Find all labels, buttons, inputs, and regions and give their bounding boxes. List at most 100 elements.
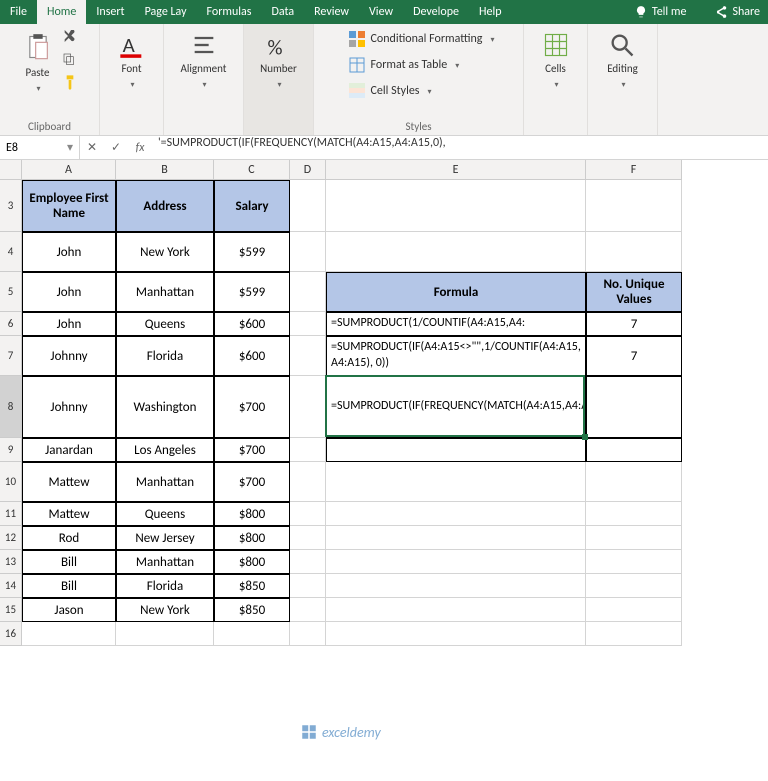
cell-A11[interactable]: Mattew	[22, 502, 116, 526]
cell-C10[interactable]: $700	[214, 462, 290, 502]
cell-A8[interactable]: Johnny	[22, 376, 116, 438]
cell-E10[interactable]	[326, 462, 586, 502]
cell-D6[interactable]	[290, 312, 326, 336]
cell-A12[interactable]: Rod	[22, 526, 116, 550]
tab-file[interactable]: File	[0, 0, 37, 24]
cell-C9[interactable]: $700	[214, 438, 290, 462]
cell-E12[interactable]	[326, 526, 586, 550]
cell-E4[interactable]	[326, 232, 586, 272]
row-header-9[interactable]: 9	[0, 438, 22, 462]
cell-D10[interactable]	[290, 462, 326, 502]
cell-D12[interactable]	[290, 526, 326, 550]
cell-D4[interactable]	[290, 232, 326, 272]
col-header-E[interactable]: E	[326, 160, 586, 180]
cell-B7[interactable]: Florida	[116, 336, 214, 376]
cell-F14[interactable]	[586, 574, 682, 598]
row-header-5[interactable]: 5	[0, 272, 22, 312]
row-header-12[interactable]: 12	[0, 526, 22, 550]
select-all-corner[interactable]	[0, 160, 22, 180]
cell-F13[interactable]	[586, 550, 682, 574]
cell-F11[interactable]	[586, 502, 682, 526]
cell-D3[interactable]	[290, 180, 326, 232]
cell-B6[interactable]: Queens	[116, 312, 214, 336]
cell-C14[interactable]: $850	[214, 574, 290, 598]
cell-C4[interactable]: $599	[214, 232, 290, 272]
formula-input[interactable]: '=SUMPRODUCT(IF(FREQUENCY(MATCH(A4:A15,A…	[152, 136, 768, 159]
cell-C6[interactable]: $600	[214, 312, 290, 336]
row-header-8[interactable]: 8	[0, 376, 22, 438]
cell-B5[interactable]: Manhattan	[116, 272, 214, 312]
tab-help[interactable]: Help	[469, 0, 512, 24]
cell-C3[interactable]: Salary	[214, 180, 290, 232]
copy-button[interactable]	[60, 50, 80, 70]
cell-D15[interactable]	[290, 598, 326, 622]
row-header-4[interactable]: 4	[0, 232, 22, 272]
cut-button[interactable]	[60, 28, 80, 48]
alignment-group-button[interactable]: Alignment	[177, 28, 231, 92]
cell-C16[interactable]	[214, 622, 290, 646]
row-header-14[interactable]: 14	[0, 574, 22, 598]
enter-formula-button[interactable]: ✓	[104, 140, 128, 155]
conditional-formatting-button[interactable]: Conditional Formatting	[349, 28, 495, 50]
cell-F15[interactable]	[586, 598, 682, 622]
row-header-10[interactable]: 10	[0, 462, 22, 502]
tab-data[interactable]: Data	[261, 0, 304, 24]
font-group-button[interactable]: A Font	[114, 28, 150, 92]
col-header-F[interactable]: F	[586, 160, 682, 180]
cell-D9[interactable]	[290, 438, 326, 462]
cell-A15[interactable]: Jason	[22, 598, 116, 622]
cell-B12[interactable]: New Jersey	[116, 526, 214, 550]
cell-E14[interactable]	[326, 574, 586, 598]
cell-C13[interactable]: $800	[214, 550, 290, 574]
cell-F3[interactable]	[586, 180, 682, 232]
tab-insert[interactable]: Insert	[86, 0, 134, 24]
cell-D14[interactable]	[290, 574, 326, 598]
cell-E13[interactable]	[326, 550, 586, 574]
cell-B11[interactable]: Queens	[116, 502, 214, 526]
cell-B14[interactable]: Florida	[116, 574, 214, 598]
tab-page-layout[interactable]: Page Lay	[135, 0, 197, 24]
row-header-7[interactable]: 7	[0, 336, 22, 376]
cell-F4[interactable]	[586, 232, 682, 272]
cell-F6[interactable]: 7	[586, 312, 682, 336]
cell-E16[interactable]	[326, 622, 586, 646]
cell-D16[interactable]	[290, 622, 326, 646]
cell-styles-button[interactable]: Cell Styles	[349, 80, 432, 102]
cell-F5[interactable]: No. Unique Values	[586, 272, 682, 312]
cancel-formula-button[interactable]: ✕	[80, 140, 104, 155]
cell-D8[interactable]	[290, 376, 326, 438]
cell-F12[interactable]	[586, 526, 682, 550]
cell-C7[interactable]: $600	[214, 336, 290, 376]
cell-D5[interactable]	[290, 272, 326, 312]
cell-B8[interactable]: Washington	[116, 376, 214, 438]
paste-button[interactable]: Paste	[20, 28, 56, 96]
cell-A3[interactable]: Employee First Name	[22, 180, 116, 232]
tab-view[interactable]: View	[359, 0, 403, 24]
cell-C12[interactable]: $800	[214, 526, 290, 550]
row-header-15[interactable]: 15	[0, 598, 22, 622]
col-header-D[interactable]: D	[290, 160, 326, 180]
cell-E8[interactable]: =SUMPRODUCT(IF(FREQUENCY(MATCH(A4:A15,A4…	[326, 376, 586, 438]
tab-home[interactable]: Home	[37, 0, 86, 24]
row-header-11[interactable]: 11	[0, 502, 22, 526]
col-header-A[interactable]: A	[22, 160, 116, 180]
cell-F8[interactable]	[586, 376, 682, 438]
cell-A6[interactable]: John	[22, 312, 116, 336]
cell-A10[interactable]: Mattew	[22, 462, 116, 502]
cell-A9[interactable]: Janardan	[22, 438, 116, 462]
number-group-button[interactable]: % Number	[256, 28, 301, 92]
row-header-3[interactable]: 3	[0, 180, 22, 232]
cell-F7[interactable]: 7	[586, 336, 682, 376]
cell-C15[interactable]: $850	[214, 598, 290, 622]
cell-E9[interactable]	[326, 438, 586, 462]
row-header-6[interactable]: 6	[0, 312, 22, 336]
cell-B4[interactable]: New York	[116, 232, 214, 272]
tell-me-label[interactable]: Tell me	[652, 5, 687, 19]
editing-group-button[interactable]: Editing	[603, 28, 642, 92]
cell-E11[interactable]	[326, 502, 586, 526]
row-header-13[interactable]: 13	[0, 550, 22, 574]
cell-B10[interactable]: Manhattan	[116, 462, 214, 502]
cell-B15[interactable]: New York	[116, 598, 214, 622]
cell-A7[interactable]: Johnny	[22, 336, 116, 376]
cell-C5[interactable]: $599	[214, 272, 290, 312]
